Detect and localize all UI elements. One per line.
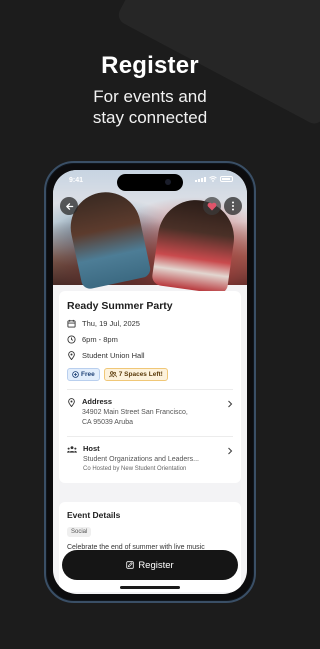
calendar-icon (67, 319, 76, 328)
host-name: Student Organizations and Leaders... (83, 456, 199, 463)
host-label: Host (83, 444, 100, 453)
dynamic-island (117, 174, 183, 191)
cohost-text: Co Hosted by New Student Orientation (83, 466, 187, 472)
signal-icon (195, 176, 206, 182)
event-location-row: Student Union Hall (67, 351, 233, 360)
home-indicator (120, 586, 180, 589)
address-text: Address 34902 Main Street San Francisco,… (82, 397, 188, 428)
chevron-right-icon (228, 400, 233, 408)
address-line-2: CA 95039 Aruba (82, 419, 133, 426)
edit-square-icon (126, 561, 135, 569)
wifi-icon (209, 176, 217, 182)
event-date: Thu, 19 Jul, 2025 (82, 319, 140, 328)
free-chip: Free (67, 368, 100, 381)
more-vertical-icon (232, 201, 234, 211)
address-line-1: 34902 Main Street San Francisco, (82, 409, 188, 416)
divider (67, 436, 233, 437)
divider (67, 389, 233, 390)
spaces-left-label: 7 Spaces Left! (118, 371, 163, 378)
register-button[interactable]: Register (62, 550, 238, 580)
register-button-label: Register (138, 559, 174, 571)
status-time: 9:41 (69, 177, 84, 184)
details-title: Event Details (67, 510, 121, 520)
heart-icon (207, 202, 217, 210)
group-icon (67, 446, 77, 453)
promo-subline-2: stay connected (92, 108, 208, 127)
event-time: 6pm - 8pm (82, 335, 118, 344)
host-row[interactable]: Host Student Organizations and Leaders..… (67, 444, 233, 472)
phone-frame: 9:41 Ready Summer Party Thu, 19 Jul, 202… (44, 161, 256, 603)
back-button[interactable] (60, 197, 78, 215)
promo-headline: Register (101, 52, 199, 79)
host-text: Host Student Organizations and Leaders..… (83, 444, 199, 472)
event-location: Student Union Hall (82, 351, 145, 360)
event-info-card: Ready Summer Party Thu, 19 Jul, 2025 6pm… (59, 291, 241, 483)
plus-circle-icon (72, 371, 79, 378)
event-chips: Free 7 Spaces Left! (67, 368, 233, 381)
promo-subline: For events and stay connected (0, 86, 300, 128)
event-title: Ready Summer Party (67, 300, 173, 312)
event-time-row: 6pm - 8pm (67, 335, 233, 344)
phone-screen: 9:41 Ready Summer Party Thu, 19 Jul, 202… (53, 170, 247, 594)
location-pin-icon (68, 398, 75, 407)
people-icon (108, 371, 117, 378)
promo-subline-1: For events and (93, 87, 207, 106)
spaces-left-chip: 7 Spaces Left! (103, 368, 168, 381)
photo-person-left (64, 185, 152, 291)
status-icons (195, 176, 233, 182)
back-arrow-icon (65, 202, 73, 210)
chevron-right-icon (228, 447, 233, 455)
location-pin-icon (68, 351, 75, 360)
more-options-button[interactable] (224, 197, 242, 215)
event-date-row: Thu, 19 Jul, 2025 (67, 319, 233, 328)
battery-icon (220, 176, 233, 182)
category-tag: Social (67, 527, 92, 537)
address-label: Address (82, 397, 113, 406)
clock-icon (67, 335, 76, 344)
address-row[interactable]: Address 34902 Main Street San Francisco,… (67, 397, 233, 428)
favorite-button[interactable] (203, 197, 221, 215)
free-chip-label: Free (81, 371, 95, 378)
